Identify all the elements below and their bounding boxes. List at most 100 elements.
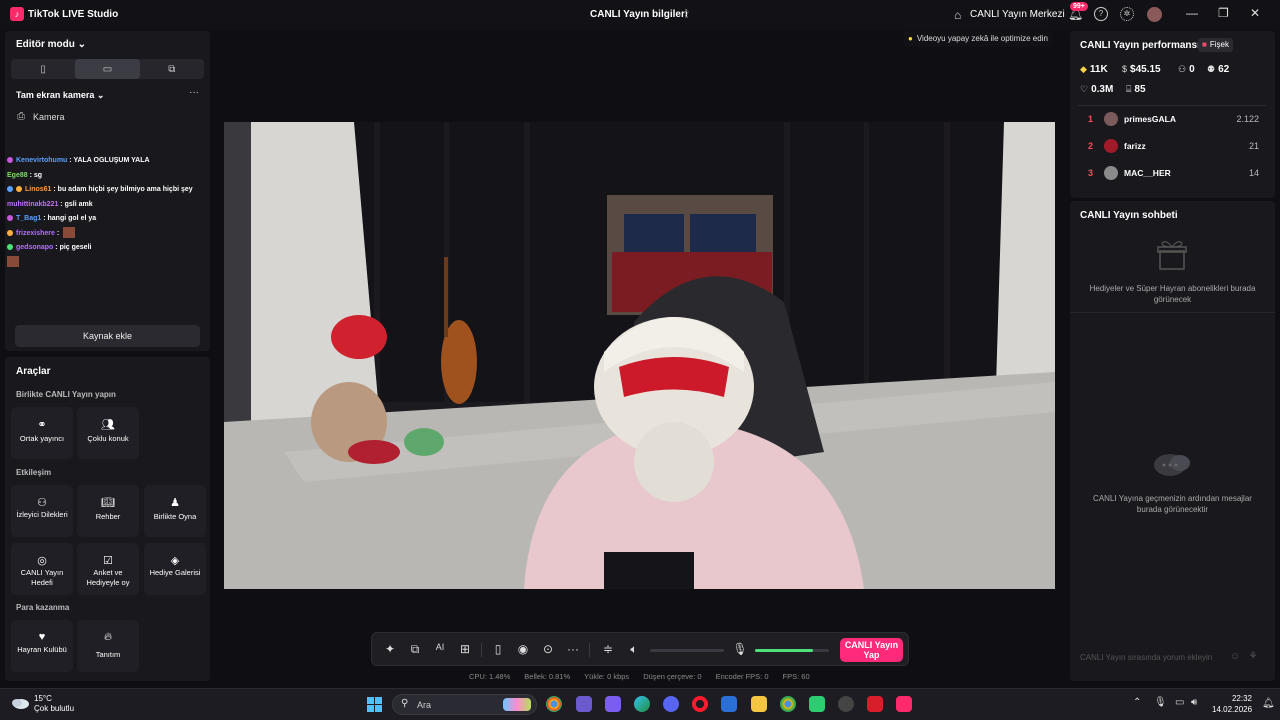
landscape-button[interactable]: ▭ bbox=[75, 59, 140, 79]
dual-layout-button[interactable]: ⧉ bbox=[140, 59, 204, 79]
chat-input[interactable]: CANLI Yayın sırasında yorum ekleyin bbox=[1080, 653, 1212, 662]
chat-overlay: Kenevirtohumu : YALA OGLUŞUM YALA Ege88 … bbox=[7, 154, 207, 270]
dual-layout-icon: ⧉ bbox=[168, 63, 176, 75]
chevron-up-icon[interactable]: ⌃ bbox=[1133, 697, 1141, 708]
volume-tray-icon[interactable]: 🔊︎ bbox=[1191, 697, 1197, 708]
poll-tool[interactable]: ☑ Anket ve Hediyeyle oy bbox=[77, 543, 139, 595]
settings-icon[interactable]: ✲ bbox=[1120, 7, 1134, 21]
scene-dropdown[interactable]: Tam ekran kamera ⌄ bbox=[16, 90, 104, 101]
help-icon[interactable]: ? bbox=[1094, 7, 1108, 21]
taskbar-search[interactable]: ⚲ Ara bbox=[392, 694, 537, 715]
users-icon: 👥︎ bbox=[101, 419, 115, 431]
record-icon[interactable]: ◉ bbox=[515, 642, 531, 656]
more-options-icon[interactable]: ··· bbox=[189, 87, 199, 98]
new-followers-metric: ⚇ 0 bbox=[1178, 64, 1195, 75]
close-icon[interactable]: ✕ bbox=[1250, 6, 1260, 20]
home-icon[interactable]: ⌂ bbox=[954, 8, 961, 22]
people-icon: ⚇ bbox=[37, 497, 47, 509]
opera-icon[interactable] bbox=[692, 696, 708, 712]
effects-icon[interactable]: ⧉ bbox=[407, 642, 423, 657]
network-icon[interactable]: ▭ bbox=[1175, 697, 1184, 708]
section-monetize: Para kazanma bbox=[16, 603, 70, 612]
promote-tool[interactable]: 🔥︎ Tanıtım bbox=[77, 620, 139, 672]
encoder-fps-stat: Encoder FPS: 0 bbox=[715, 672, 769, 681]
emoji-icon[interactable]: ☺ ⚘ bbox=[1230, 651, 1258, 662]
fisek-button[interactable]: ■ Fişek bbox=[1198, 38, 1233, 52]
edge-icon[interactable] bbox=[634, 696, 650, 712]
android-icon[interactable] bbox=[809, 696, 825, 712]
gift-gallery-icon: ◈ bbox=[170, 555, 180, 567]
multi-guest-tool[interactable]: 👥︎ Çoklu konuk bbox=[77, 407, 139, 459]
minimize-icon[interactable]: — bbox=[1186, 6, 1198, 20]
gifters-metric: ⌸ 85 bbox=[1126, 84, 1146, 95]
notification-icon[interactable]: 🔔︎ bbox=[1262, 698, 1275, 709]
tools-panel: Araçlar Birlikte CANLI Yayın yapın ⚭ Orta… bbox=[5, 357, 210, 681]
viewer-requests-tool[interactable]: ⚇ İzleyici Dilekleri bbox=[11, 485, 73, 537]
add-source-button[interactable]: Kaynak ekle bbox=[15, 325, 200, 347]
live-info-title[interactable]: CANLI Yayın bilgileri bbox=[590, 9, 688, 20]
chrome-active-icon[interactable] bbox=[780, 696, 796, 712]
tool-label: CANLI Yayın Hedefi bbox=[20, 568, 64, 587]
camera-source[interactable]: Kamera bbox=[33, 112, 65, 122]
youtube-icon[interactable] bbox=[867, 696, 883, 712]
rank-name: MAC__HER bbox=[1124, 168, 1171, 178]
windows-start-icon[interactable] bbox=[367, 697, 383, 713]
viewers-value: 62 bbox=[1218, 64, 1230, 75]
play-together-tool[interactable]: ♟ Birlikte Oyna bbox=[144, 485, 206, 537]
clock[interactable]: 22:32 14.02.2026 bbox=[1212, 693, 1252, 715]
badge-icon bbox=[7, 186, 13, 193]
phone-icon[interactable]: ▯ bbox=[490, 642, 506, 656]
mail-icon[interactable] bbox=[721, 696, 737, 712]
tools-title: Araçlar bbox=[16, 366, 51, 377]
poll-icon: ☑ bbox=[103, 555, 113, 567]
microphone-tray-icon[interactable]: 🎙︎ bbox=[1154, 697, 1167, 708]
chat-line: Ege88 : sg bbox=[7, 169, 207, 184]
tool-label: Anket ve Hediyeyle oy bbox=[86, 568, 130, 587]
optimize-hint[interactable]: ● Videoyu yapay zekâ ile optimize edin bbox=[904, 31, 1052, 47]
speaker-icon[interactable]: 🔈︎ bbox=[626, 642, 642, 657]
ranking-row[interactable]: 3 MAC__HER 14 bbox=[1080, 165, 1265, 181]
team-chat-icon[interactable] bbox=[605, 696, 621, 712]
portrait-button[interactable]: ▯ bbox=[11, 59, 75, 79]
camera-preview[interactable] bbox=[224, 122, 1055, 589]
teams-icon[interactable] bbox=[576, 696, 592, 712]
ranking-row[interactable]: 1 primesGALA 2.122 bbox=[1080, 111, 1265, 127]
tiktok-live-icon[interactable] bbox=[896, 696, 912, 712]
audio-settings-icon[interactable]: ≑ bbox=[600, 642, 616, 656]
weather-temperature[interactable]: 15°C bbox=[34, 694, 52, 703]
discord-icon[interactable] bbox=[663, 696, 679, 712]
fan-club-tool[interactable]: ♥ Hayran Kulübü bbox=[11, 620, 73, 672]
go-live-button[interactable]: CANLI Yayın Yap bbox=[840, 638, 903, 662]
microphone-icon[interactable]: 🎙︎ bbox=[732, 642, 748, 656]
chat-text: : gsli amk bbox=[58, 200, 93, 208]
cloud-icon bbox=[12, 699, 29, 709]
ai-icon[interactable]: AI bbox=[432, 642, 448, 652]
cohost-tool[interactable]: ⚭ Ortak yayıncı bbox=[11, 407, 73, 459]
screenshot-icon[interactable]: ⊙ bbox=[540, 642, 556, 656]
layout-icon[interactable]: ⊞ bbox=[457, 642, 473, 656]
guide-tool[interactable]: 📖︎ Rehber bbox=[77, 485, 139, 537]
maximize-icon[interactable]: ❐ bbox=[1218, 6, 1229, 20]
gift-icon: ⌸ bbox=[1126, 84, 1132, 94]
book-icon: 📖︎ bbox=[101, 497, 115, 509]
chrome-icon[interactable] bbox=[546, 696, 562, 712]
ranking-row[interactable]: 2 farizz 21 bbox=[1080, 138, 1265, 154]
file-explorer-icon[interactable] bbox=[751, 696, 767, 712]
diamonds-value: 11K bbox=[1089, 64, 1108, 75]
sticker-image bbox=[63, 227, 76, 239]
chat-text: : YALA OGLUŞUM YALA bbox=[67, 157, 150, 164]
volume-slider[interactable] bbox=[650, 649, 724, 652]
chevron-down-icon: ⌄ bbox=[96, 90, 105, 100]
share-icon[interactable]: ⇪ bbox=[682, 8, 691, 21]
chat-user: frizexishere bbox=[16, 229, 55, 237]
messages-empty-text: CANLI Yayına geçmenizin ardından mesajla… bbox=[1093, 494, 1252, 514]
editor-mode-dropdown[interactable]: Editör modu ⌄ bbox=[16, 39, 86, 50]
profile-avatar[interactable] bbox=[1147, 7, 1162, 22]
app-icon[interactable] bbox=[838, 696, 854, 712]
more-icon[interactable]: ··· bbox=[565, 642, 581, 656]
live-center-link[interactable]: CANLI Yayın Merkezi bbox=[970, 9, 1065, 20]
live-goal-tool[interactable]: ◎ CANLI Yayın Hedefi bbox=[11, 543, 73, 595]
gift-gallery-tool[interactable]: ◈ Hediye Galerisi bbox=[144, 543, 206, 595]
magic-wand-icon[interactable]: ✦ bbox=[382, 642, 398, 656]
weather-description[interactable]: Çok bulutlu bbox=[34, 704, 74, 713]
